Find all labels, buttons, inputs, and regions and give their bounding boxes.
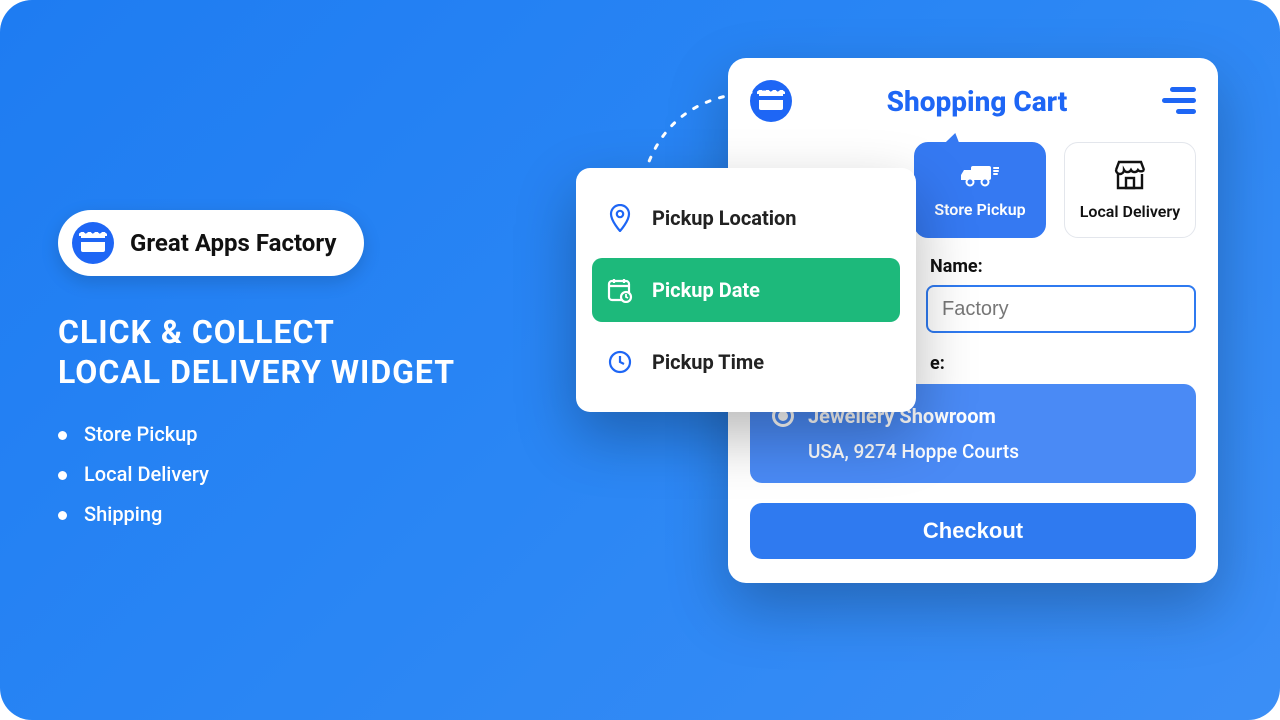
- location-pin-icon: [606, 204, 634, 232]
- method-store-pickup[interactable]: Store Pickup: [914, 142, 1046, 238]
- popover-item-location[interactable]: Pickup Location: [592, 186, 900, 250]
- store-address: USA, 9274 Hoppe Courts: [772, 440, 1174, 463]
- feature-item: Shipping: [58, 494, 518, 534]
- method-local-delivery[interactable]: Local Delivery: [1064, 142, 1196, 238]
- brand-name: Great Apps Factory: [130, 229, 336, 257]
- checkout-button[interactable]: Checkout: [750, 503, 1196, 559]
- method-label: Local Delivery: [1080, 202, 1180, 221]
- popover-label: Pickup Location: [652, 206, 797, 230]
- feature-item: Local Delivery: [58, 454, 518, 494]
- menu-icon[interactable]: [1162, 87, 1196, 115]
- name-input[interactable]: [926, 285, 1196, 333]
- pickup-popover: Pickup Location Pickup Date Pickup Tim: [576, 168, 916, 412]
- method-label: Store Pickup: [934, 200, 1025, 219]
- popover-item-date[interactable]: Pickup Date: [592, 258, 900, 322]
- headline-line-1: CLICK & COLLECT: [58, 312, 518, 352]
- brand-pill: Great Apps Factory: [58, 210, 364, 276]
- popover-label: Pickup Date: [652, 278, 760, 302]
- calendar-icon: [606, 276, 634, 304]
- storefront-icon: [1113, 160, 1147, 194]
- cart-title: Shopping Cart: [804, 85, 1150, 118]
- left-column: Great Apps Factory CLICK & COLLECT LOCAL…: [58, 210, 518, 534]
- headline: CLICK & COLLECT LOCAL DELIVERY WIDGET: [58, 312, 518, 392]
- truck-icon: [961, 162, 999, 192]
- clock-icon: [606, 348, 634, 376]
- headline-line-2: LOCAL DELIVERY WIDGET: [58, 352, 518, 392]
- cart-header: Shopping Cart: [750, 80, 1196, 122]
- brand-store-icon: [72, 222, 114, 264]
- feature-item: Store Pickup: [58, 414, 518, 454]
- popover-label: Pickup Time: [652, 350, 764, 374]
- popover-item-time[interactable]: Pickup Time: [592, 330, 900, 394]
- promo-canvas: Great Apps Factory CLICK & COLLECT LOCAL…: [0, 0, 1280, 720]
- feature-list: Store Pickup Local Delivery Shipping: [58, 414, 518, 534]
